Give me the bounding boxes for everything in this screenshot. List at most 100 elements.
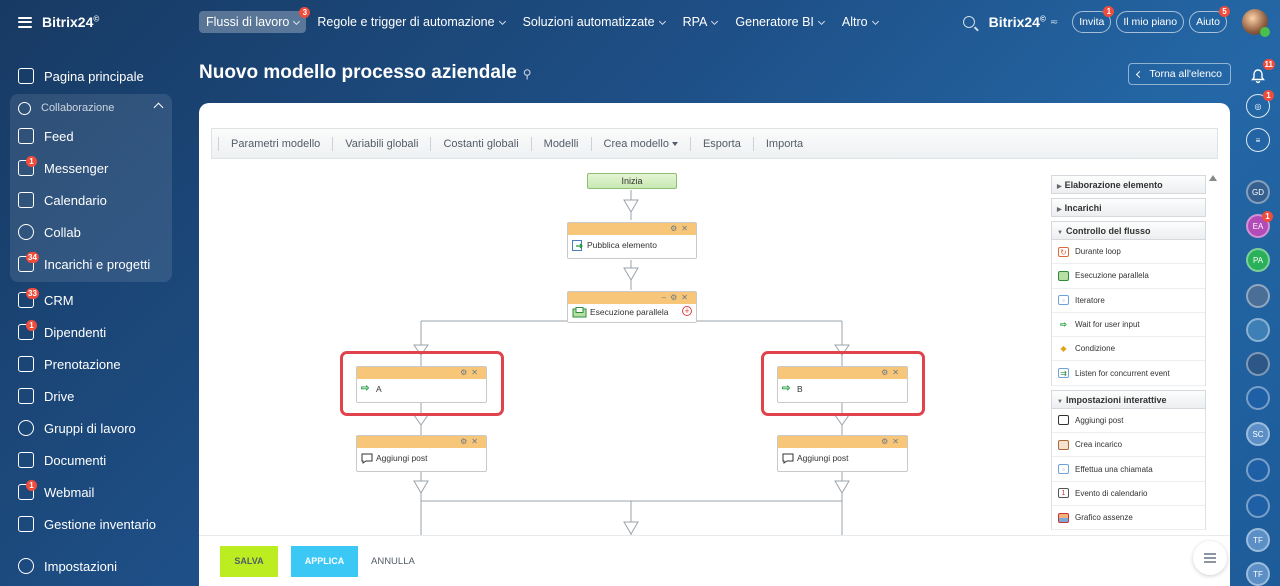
- search-icon[interactable]: [962, 16, 975, 28]
- tab-rpa[interactable]: RPA: [676, 11, 725, 33]
- my-plan-button[interactable]: Il mio piano: [1116, 11, 1185, 33]
- toolbar-global-constants[interactable]: Costanti globali: [430, 136, 530, 151]
- activity-controls[interactable]: ⚙✕: [670, 223, 692, 235]
- chevron-down-icon: [658, 17, 666, 26]
- palette-item-calendar-event[interactable]: 1 Evento di calendario: [1052, 482, 1205, 506]
- back-to-list-button[interactable]: Torna all'elenco: [1128, 63, 1231, 85]
- activity-controls[interactable]: ⚙✕: [881, 367, 903, 379]
- add-branch-icon[interactable]: +: [682, 306, 692, 316]
- palette-item-add-post[interactable]: Aggiungi post: [1052, 409, 1205, 434]
- sidebar-group-header[interactable]: Collaborazione: [10, 96, 172, 120]
- sidebar-item-webmail[interactable]: 1 Webmail: [10, 476, 172, 508]
- help-button[interactable]: Aiuto 5: [1189, 6, 1230, 33]
- page-title: Nuovo modello processo aziendale ⚲: [199, 62, 532, 84]
- activity-add-post-a[interactable]: ⚙✕ Aggiungi post: [356, 435, 487, 472]
- avatar-sc[interactable]: SC: [1246, 422, 1270, 446]
- chevron-down-icon: [293, 17, 301, 26]
- parallel-icon: [1058, 270, 1069, 281]
- activity-body: Esecuzione parallela: [568, 304, 696, 322]
- sidebar-item-messenger[interactable]: 1 Messenger: [10, 152, 172, 184]
- avatar-user[interactable]: [1246, 284, 1270, 308]
- user-avatar[interactable]: [1242, 9, 1270, 37]
- palette-item-make-call[interactable]: ◦ Effettua una chiamata: [1052, 457, 1205, 482]
- palette-section-interactive[interactable]: ▼ Impostazioni interattive: [1051, 389, 1206, 409]
- apply-button[interactable]: APPLICA: [291, 546, 358, 577]
- sidebar-item-drive[interactable]: Drive: [10, 380, 172, 412]
- tab-workflows[interactable]: Flussi di lavoro 3: [199, 7, 311, 33]
- palette-section-tasks[interactable]: ▶ Incarichi: [1051, 198, 1206, 217]
- toolbar-templates[interactable]: Modelli: [530, 136, 591, 151]
- menu-icon[interactable]: [18, 16, 32, 28]
- bell-icon[interactable]: 11: [1246, 59, 1275, 88]
- palette-item-condition[interactable]: ◆ Condizione: [1052, 337, 1205, 362]
- clock-icon[interactable]: ≂: [1050, 17, 1058, 28]
- avatar-user[interactable]: [1246, 318, 1270, 342]
- sidebar-item-calendar[interactable]: Calendario: [10, 184, 172, 216]
- start-node[interactable]: Inizia: [587, 173, 677, 189]
- avatar-ea[interactable]: EA 1: [1246, 211, 1273, 238]
- activity-branch-b[interactable]: ⚙✕ ⇨ B: [777, 366, 908, 403]
- task-icon: [1058, 439, 1069, 450]
- toolbar-global-variables[interactable]: Variabili globali: [332, 136, 430, 151]
- tab-automated-solutions[interactable]: Soluzioni automatizzate: [516, 11, 672, 33]
- sidebar-item-settings[interactable]: Impostazioni: [10, 550, 172, 582]
- palette-section-flow-control[interactable]: ▼ Controllo del flusso: [1051, 221, 1206, 240]
- toolbar-import[interactable]: Importa: [752, 136, 815, 151]
- palette-item-parallel[interactable]: Esecuzione parallela: [1052, 264, 1205, 289]
- scroll-up-icon[interactable]: [1209, 175, 1217, 181]
- palette-item-wait-input[interactable]: ⇨ Wait for user input: [1052, 313, 1205, 338]
- avatar-user[interactable]: [1246, 494, 1270, 518]
- invite-button[interactable]: Invita 1: [1072, 6, 1115, 33]
- sidebar-item-label: Prenotazione: [44, 356, 121, 372]
- palette-item-listen-event[interactable]: ⇉ Listen for concurrent event: [1052, 361, 1205, 386]
- palette-item-while-loop[interactable]: ↻ Durante loop: [1052, 240, 1205, 265]
- tab-bi-builder[interactable]: Generatore BI: [728, 11, 831, 33]
- activity-controls[interactable]: –⚙✕: [662, 292, 692, 304]
- cancel-button[interactable]: ANNULLA: [371, 546, 415, 577]
- toolbar-create-template[interactable]: Crea modello: [590, 136, 690, 151]
- sidebar-item-inventory[interactable]: Gestione inventario: [10, 508, 172, 540]
- activity-controls[interactable]: ⚙✕: [881, 436, 903, 448]
- toolbar-export[interactable]: Esporta: [689, 136, 753, 151]
- sidebar-item-documents[interactable]: Documenti: [10, 444, 172, 476]
- avatar-user[interactable]: [1246, 386, 1270, 410]
- activity-controls[interactable]: ⚙✕: [460, 367, 482, 379]
- wait-input-icon: ⇨: [1060, 319, 1067, 329]
- activity-header: ⚙✕: [357, 367, 486, 379]
- avatar-gd[interactable]: GD: [1246, 180, 1270, 204]
- avatar-pa[interactable]: PA: [1246, 248, 1270, 272]
- sidebar-item-tasks[interactable]: 34 Incarichi e progetti: [10, 248, 172, 280]
- avatar-user[interactable]: [1246, 352, 1270, 376]
- sidebar-item-collab[interactable]: Collab: [10, 216, 172, 248]
- list-menu-button[interactable]: [1193, 541, 1227, 575]
- sidebar-item-booking[interactable]: Prenotazione: [10, 348, 172, 380]
- feed-rail-icon[interactable]: ◎ 1: [1246, 90, 1274, 118]
- activity-parallel-execution[interactable]: –⚙✕ Esecuzione parallela +: [567, 291, 697, 323]
- tab-automation-rules[interactable]: Regole e trigger di automazione: [310, 11, 511, 33]
- toolbar-template-params[interactable]: Parametri modello: [218, 136, 332, 151]
- avatar-user[interactable]: [1246, 458, 1270, 482]
- tab-more[interactable]: Altro: [835, 11, 885, 33]
- sidebar-item-home[interactable]: Pagina principale: [10, 60, 172, 92]
- sidebar-item-employees[interactable]: 1 Dipendenti: [10, 316, 172, 348]
- save-button[interactable]: SALVA: [220, 546, 278, 577]
- logo[interactable]: Bitrix24©: [42, 14, 99, 30]
- chat-rail-icon[interactable]: ≡: [1246, 128, 1270, 152]
- sidebar-item-label: Calendario: [44, 192, 107, 208]
- activity-branch-a[interactable]: ⚙✕ ⇨ A: [356, 366, 487, 403]
- avatar-tf[interactable]: TF: [1246, 562, 1270, 586]
- palette-item-absence-chart[interactable]: Grafico assenze: [1052, 506, 1205, 531]
- palette-item-iterator[interactable]: ◦ Iteratore: [1052, 289, 1205, 313]
- sidebar-item-workgroups[interactable]: Gruppi di lavoro: [10, 412, 172, 444]
- pin-icon[interactable]: ⚲: [523, 67, 532, 81]
- chevron-up-icon[interactable]: [153, 102, 164, 113]
- sidebar-item-crm[interactable]: 33 CRM: [10, 284, 172, 316]
- activity-controls[interactable]: ⚙✕: [460, 436, 482, 448]
- activity-add-post-b[interactable]: ⚙✕ Aggiungi post: [777, 435, 908, 472]
- palette-item-create-task[interactable]: Crea incarico: [1052, 433, 1205, 458]
- page-title-text: Nuovo modello processo aziendale: [199, 62, 517, 83]
- activity-publish-element[interactable]: ⚙✕ Pubblica elemento: [567, 222, 697, 259]
- palette-section-element-processing[interactable]: ▶ Elaborazione elemento: [1051, 175, 1206, 194]
- avatar-tf[interactable]: TF: [1246, 528, 1270, 552]
- sidebar-item-feed[interactable]: Feed: [10, 120, 172, 152]
